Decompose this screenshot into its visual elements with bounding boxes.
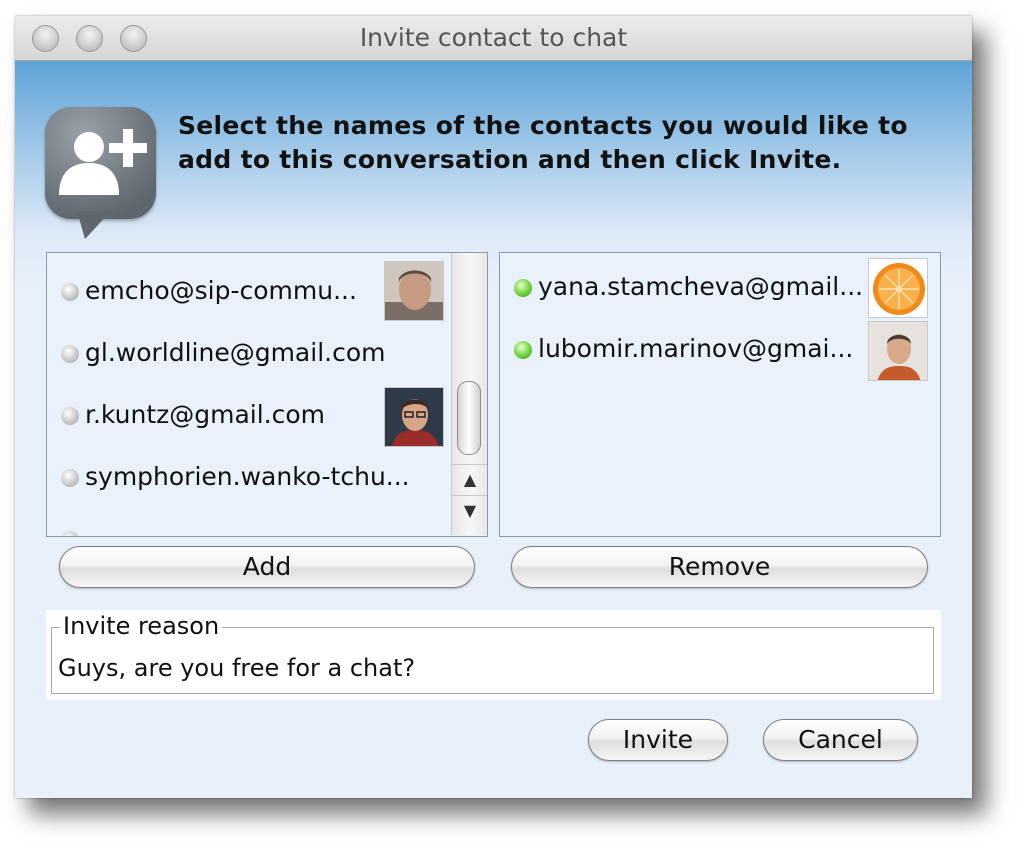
window-title: Invite contact to chat xyxy=(359,23,628,52)
available-contacts-list[interactable]: emcho@sip-commu... gl.worldline@gmail.co… xyxy=(46,252,488,537)
contact-name: r.kuntz@gmail.com xyxy=(85,400,326,429)
add-button[interactable]: Add xyxy=(59,546,475,588)
list-item-partial[interactable] xyxy=(47,511,487,536)
invite-button[interactable]: Invite xyxy=(588,719,728,761)
add-contact-bubble-icon xyxy=(45,107,156,219)
dialog-content: Select the names of the contacts you wou… xyxy=(15,61,972,798)
online-status-icon xyxy=(514,279,532,297)
title-bar: Invite contact to chat xyxy=(15,16,972,61)
contact-name: emcho@sip-commu... xyxy=(85,276,357,305)
contact-name: lubomir.marinov@gmai... xyxy=(538,334,854,363)
bubble-tail-icon xyxy=(77,211,111,239)
list-item[interactable]: yana.stamcheva@gmail... xyxy=(500,258,940,318)
scroll-down-arrow-icon[interactable]: ▼ xyxy=(452,495,487,526)
remove-button[interactable]: Remove xyxy=(511,546,928,588)
avatar xyxy=(384,387,444,447)
selected-contacts-list[interactable]: yana.stamcheva@gmail... lubomir.marinov@… xyxy=(499,252,941,537)
list-item[interactable]: gl.worldline@gmail.com xyxy=(47,325,487,381)
offline-status-icon xyxy=(61,469,79,487)
avatar xyxy=(384,261,444,321)
list-item[interactable]: symphorien.wanko-tchu... xyxy=(47,449,487,505)
instruction-text: Select the names of the contacts you wou… xyxy=(178,111,908,174)
invite-reason-panel: Invite reason xyxy=(46,610,941,700)
invite-reason-input[interactable] xyxy=(58,654,918,682)
list-scrollbar[interactable]: ▲ ▼ xyxy=(451,253,487,535)
offline-status-icon xyxy=(61,345,79,363)
offline-status-icon xyxy=(61,283,79,301)
avatar xyxy=(868,321,928,381)
online-status-icon xyxy=(514,341,532,359)
scroll-up-arrow-icon[interactable]: ▲ xyxy=(452,464,487,495)
list-item[interactable]: r.kuntz@gmail.com xyxy=(47,387,487,447)
contact-name: gl.worldline@gmail.com xyxy=(85,338,386,367)
scrollbar-thumb[interactable] xyxy=(457,381,481,455)
offline-status-icon xyxy=(61,407,79,425)
list-item[interactable]: lubomir.marinov@gmai... xyxy=(500,321,940,381)
contact-name: yana.stamcheva@gmail... xyxy=(538,272,864,301)
invite-reason-label: Invite reason xyxy=(60,612,223,640)
avatar xyxy=(868,258,928,318)
invite-dialog-window: Invite contact to chat Select the names … xyxy=(15,16,972,798)
list-item[interactable]: emcho@sip-commu... xyxy=(47,261,487,321)
contact-name: symphorien.wanko-tchu... xyxy=(85,462,410,491)
cancel-button[interactable]: Cancel xyxy=(763,719,918,761)
offline-status-icon xyxy=(61,531,79,536)
